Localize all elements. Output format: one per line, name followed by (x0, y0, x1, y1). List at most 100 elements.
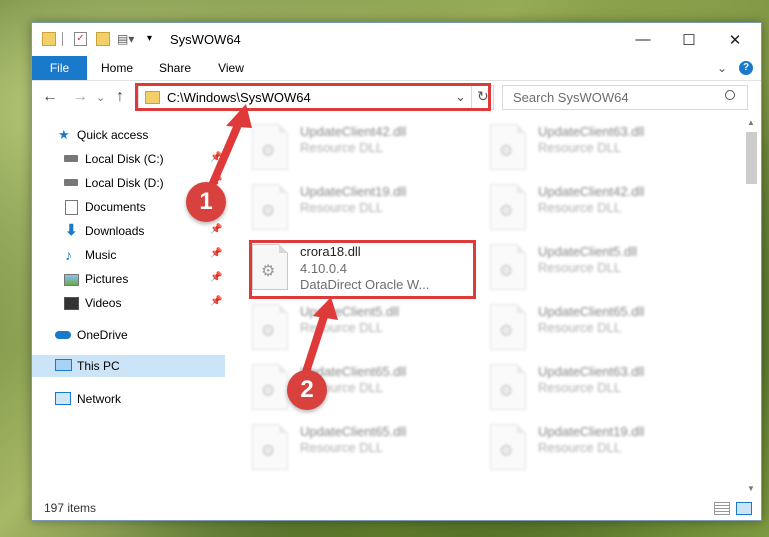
pin-icon[interactable]: 📌 (210, 272, 222, 283)
sidebar-item-network[interactable]: Network (32, 388, 225, 410)
search-input[interactable]: Search SysWOW64 (513, 90, 629, 105)
folder-icon (42, 32, 56, 46)
pin-icon[interactable]: 📌 (210, 296, 222, 307)
dll-file-icon: ⚙ (252, 124, 288, 170)
file-tile[interactable]: ⚙ UpdateClient65.dll Resource DLL (228, 420, 448, 472)
tab-share[interactable]: Share (152, 56, 198, 80)
onedrive-icon (55, 331, 71, 339)
file-name: UpdateClient63.dll (538, 124, 645, 139)
recent-locations-icon[interactable]: ⌄ (96, 91, 105, 104)
close-button[interactable]: ✕ (712, 23, 758, 56)
file-tile[interactable]: ⚙ UpdateClient19.dll Resource DLL (466, 420, 686, 472)
star-icon: ★ (58, 127, 70, 142)
music-icon: ♪ (65, 247, 72, 263)
sidebar-item-music[interactable]: ♪ Music 📌 (32, 244, 225, 266)
tab-home[interactable]: Home (94, 56, 140, 80)
help-icon[interactable]: ? (739, 61, 753, 75)
sidebar-item-label: Quick access (77, 128, 149, 142)
sidebar-item-label: Documents (85, 200, 146, 214)
pin-icon[interactable]: 📌 (210, 248, 222, 259)
pin-icon[interactable]: 📌 (210, 224, 222, 235)
search-icon[interactable] (725, 90, 735, 100)
computer-icon (55, 359, 72, 371)
details-view-icon[interactable] (714, 502, 730, 515)
navigation-pane: ★ Quick access Local Disk (C:) 📌 Local D… (32, 116, 225, 496)
file-tile[interactable]: ⚙ UpdateClient5.dll Resource DLL (228, 300, 448, 352)
file-name: UpdateClient19.dll (538, 424, 645, 439)
sidebar-item-pictures[interactable]: Pictures 📌 (32, 268, 225, 290)
sidebar-item-label: Music (85, 248, 117, 262)
file-type: Resource DLL (300, 440, 384, 455)
sidebar-item-label: Videos (85, 296, 122, 310)
sidebar-item-this-pc[interactable]: This PC (32, 355, 225, 377)
status-bar: 197 items (32, 496, 761, 520)
file-name: UpdateClient5.dll (538, 244, 638, 259)
file-tile[interactable]: ⚙ UpdateClient63.dll Resource DLL (466, 360, 686, 412)
scrollbar-thumb[interactable] (746, 132, 757, 184)
file-tile[interactable]: ⚙ UpdateClient42.dll Resource DLL (466, 180, 686, 232)
item-count: 197 items (44, 501, 97, 515)
network-icon (55, 392, 71, 405)
dll-file-icon: ⚙ (490, 124, 526, 170)
videos-icon (64, 297, 79, 310)
file-name: UpdateClient65.dll (300, 424, 407, 439)
sidebar-item-label: Downloads (85, 224, 145, 238)
dll-file-icon: ⚙ (490, 244, 526, 290)
scroll-up-icon[interactable]: ▲ (747, 118, 755, 127)
up-arrow-icon[interactable]: ↑ (116, 88, 124, 106)
address-highlight-box (135, 83, 491, 111)
window-title: SysWOW64 (170, 32, 241, 47)
sidebar-item-onedrive[interactable]: OneDrive (32, 324, 225, 346)
back-arrow-icon[interactable]: ← (42, 88, 58, 106)
sidebar-item-local-disk-c[interactable]: Local Disk (C:) 📌 (32, 148, 225, 170)
file-tile[interactable]: ⚙ UpdateClient5.dll Resource DLL (466, 240, 686, 292)
separator (62, 32, 63, 46)
dll-file-icon: ⚙ (252, 184, 288, 230)
file-name: UpdateClient65.dll (538, 304, 645, 319)
file-type: Resource DLL (538, 200, 622, 215)
large-icons-view-icon[interactable] (736, 502, 752, 515)
step-marker-2: 2 (287, 370, 327, 410)
pin-icon[interactable]: 📌 (210, 152, 222, 163)
sidebar-item-videos[interactable]: Videos 📌 (32, 292, 225, 314)
sidebar-item-label: Pictures (85, 272, 129, 286)
file-tile[interactable]: ⚙ UpdateClient63.dll Resource DLL (466, 120, 686, 172)
forward-arrow-icon[interactable]: → (72, 88, 88, 106)
dll-file-icon: ⚙ (490, 424, 526, 470)
customize-toolbar-icon[interactable]: ▤▾ (117, 32, 134, 46)
file-tile[interactable]: ⚙ UpdateClient65.dll Resource DLL (466, 300, 686, 352)
dll-file-icon: ⚙ (252, 364, 288, 410)
document-icon (65, 200, 78, 215)
maximize-button[interactable]: ☐ (666, 23, 712, 56)
ribbon: File Home Share View ⌄ ? (32, 56, 761, 81)
sidebar-item-quick-access[interactable]: ★ Quick access (32, 124, 225, 146)
file-type: Resource DLL (538, 380, 622, 395)
search-box[interactable]: Search SysWOW64 (502, 85, 748, 110)
dll-file-icon: ⚙ (490, 304, 526, 350)
scroll-down-icon[interactable]: ▼ (747, 484, 755, 493)
sidebar-item-downloads[interactable]: ⬇ Downloads 📌 (32, 220, 225, 242)
sidebar-item-label: Local Disk (D:) (85, 176, 164, 190)
pictures-icon (64, 274, 79, 286)
file-type: Resource DLL (538, 440, 622, 455)
file-tile[interactable]: ⚙ UpdateClient42.dll Resource DLL (228, 120, 448, 172)
dll-file-icon: ⚙ (490, 364, 526, 410)
file-type: Resource DLL (538, 140, 622, 155)
chevron-down-icon[interactable]: ▾ (147, 32, 161, 46)
vertical-scrollbar[interactable]: ▲ ▼ (743, 116, 760, 496)
tab-file[interactable]: File (32, 56, 87, 80)
tab-view[interactable]: View (208, 56, 254, 80)
file-type: Resource DLL (300, 200, 384, 215)
file-tile[interactable]: ⚙ UpdateClient65.dll Resource DLL (228, 360, 448, 412)
properties-icon[interactable]: ✓ (74, 32, 87, 46)
ribbon-expand-icon[interactable]: ⌄ (714, 56, 730, 80)
sidebar-item-label: This PC (77, 359, 120, 373)
minimize-button[interactable]: — (620, 23, 666, 56)
file-name: UpdateClient42.dll (300, 124, 407, 139)
dll-file-icon: ⚙ (252, 304, 288, 350)
file-tile[interactable]: ⚙ UpdateClient19.dll Resource DLL (228, 180, 448, 232)
new-folder-icon[interactable] (96, 32, 110, 46)
dll-file-icon: ⚙ (490, 184, 526, 230)
file-type: Resource DLL (300, 320, 384, 335)
file-name: UpdateClient42.dll (538, 184, 645, 199)
